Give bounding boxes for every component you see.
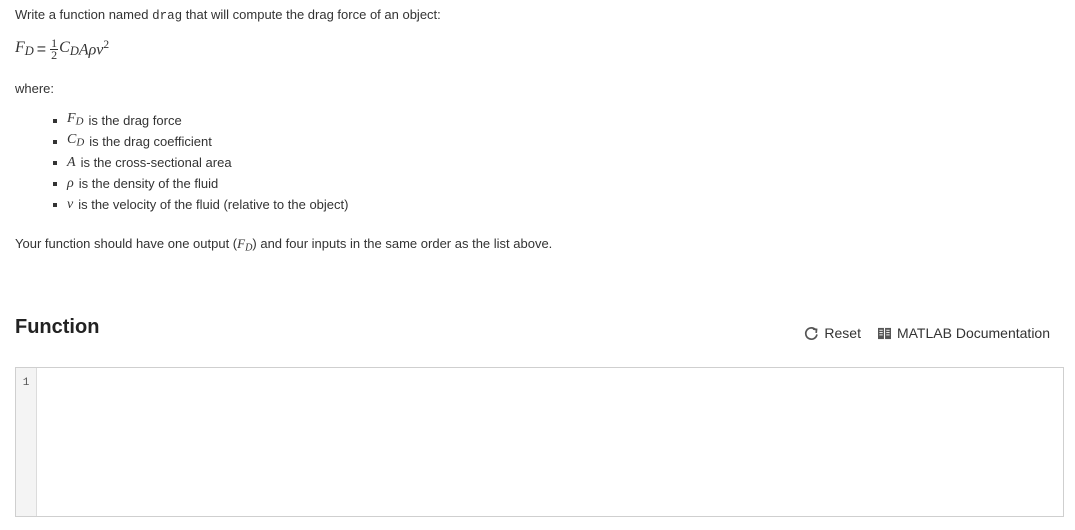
bullet-icon: [53, 139, 57, 144]
list-item: Ais the cross-sectional area: [53, 152, 348, 173]
intro-text-after: that will compute the drag force of an o…: [182, 7, 441, 22]
book-icon: [877, 327, 891, 339]
list-item: v is the velocity of the fluid (relative …: [53, 194, 348, 215]
bullet-icon: [53, 118, 57, 123]
problem-intro: Write a function named drag that will co…: [15, 6, 441, 25]
where-label: where:: [15, 81, 55, 96]
function-name: drag: [152, 9, 183, 23]
matlab-documentation-link[interactable]: MATLAB Documentation: [877, 325, 1050, 341]
documentation-label: MATLAB Documentation: [896, 325, 1050, 341]
list-item: CD is the drag coefficient: [53, 131, 348, 152]
definition-list: FD is the drag force CD is the drag coeffi…: [53, 110, 348, 215]
equation-coefficient: CD: [59, 39, 79, 59]
equation-lhs: FD: [15, 39, 34, 59]
intro-text-before: Write a function named: [15, 7, 153, 22]
drag-equation: FD = 1 2 CD Aρv2: [15, 36, 110, 62]
section-title: Function: [15, 316, 100, 338]
equation-fraction: 1 2: [50, 36, 59, 62]
line-number-gutter: 1: [16, 368, 37, 516]
editor-toolbar: Reset MATLAB Documentation: [788, 325, 1050, 341]
bullet-icon: [53, 160, 57, 165]
line-number: 1: [22, 377, 30, 389]
bullet-icon: [53, 181, 57, 186]
reset-button[interactable]: Reset: [804, 325, 861, 341]
list-item: FD is the drag force: [53, 110, 348, 131]
reset-icon: [805, 326, 819, 340]
code-editor[interactable]: 1: [15, 367, 1064, 517]
equation-rest: Aρv2: [78, 39, 110, 59]
reset-label: Reset: [824, 325, 861, 341]
output-instruction: Your function should have one output (FD…: [15, 236, 553, 254]
bullet-icon: [53, 202, 57, 207]
equation-equals: =: [36, 40, 47, 58]
code-input-area[interactable]: [37, 368, 1063, 516]
list-item: ρ is the density of the fluid: [53, 173, 348, 194]
